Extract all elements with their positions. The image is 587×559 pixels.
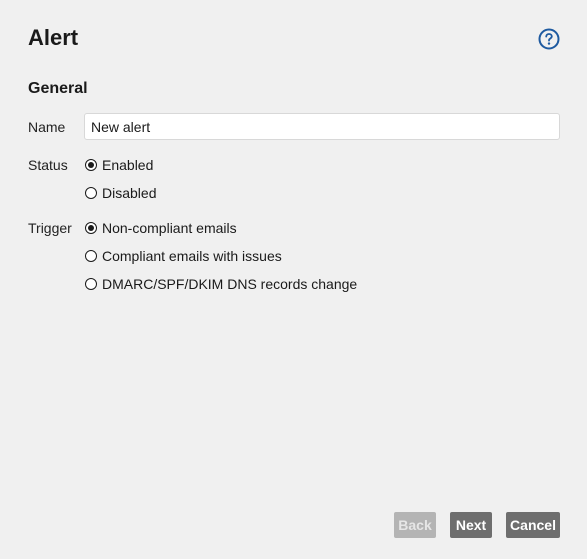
radio-checked-icon — [85, 222, 97, 234]
trigger-dns-change-radio[interactable]: DMARC/SPF/DKIM DNS records change — [85, 276, 357, 292]
trigger-noncompliant-radio[interactable]: Non-compliant emails — [85, 220, 237, 236]
status-enabled-radio[interactable]: Enabled — [85, 157, 153, 173]
dialog-title: Alert — [28, 25, 79, 50]
name-label: Name — [28, 119, 66, 135]
section-general-heading: General — [28, 80, 88, 97]
trigger-compliant-issues-radio[interactable]: Compliant emails with issues — [85, 248, 282, 264]
status-label: Status — [28, 157, 68, 173]
next-button[interactable]: Next — [450, 512, 492, 538]
status-enabled-label: Enabled — [102, 157, 154, 173]
back-button[interactable]: Back — [394, 512, 436, 538]
status-disabled-radio[interactable]: Disabled — [85, 185, 156, 201]
radio-unchecked-icon — [85, 278, 97, 290]
radio-unchecked-icon — [85, 187, 97, 199]
name-input[interactable] — [84, 113, 560, 140]
status-disabled-label: Disabled — [102, 185, 157, 201]
trigger-noncompliant-label: Non-compliant emails — [102, 220, 237, 236]
help-icon[interactable] — [538, 28, 560, 50]
cancel-button[interactable]: Cancel — [506, 512, 560, 538]
radio-unchecked-icon — [85, 250, 97, 262]
alert-dialog: Alert General Name Status Enabled Disabl… — [0, 0, 587, 559]
trigger-compliant-issues-label: Compliant emails with issues — [102, 248, 282, 264]
radio-checked-icon — [85, 159, 97, 171]
trigger-dns-change-label: DMARC/SPF/DKIM DNS records change — [102, 276, 358, 292]
trigger-label: Trigger — [28, 220, 72, 236]
